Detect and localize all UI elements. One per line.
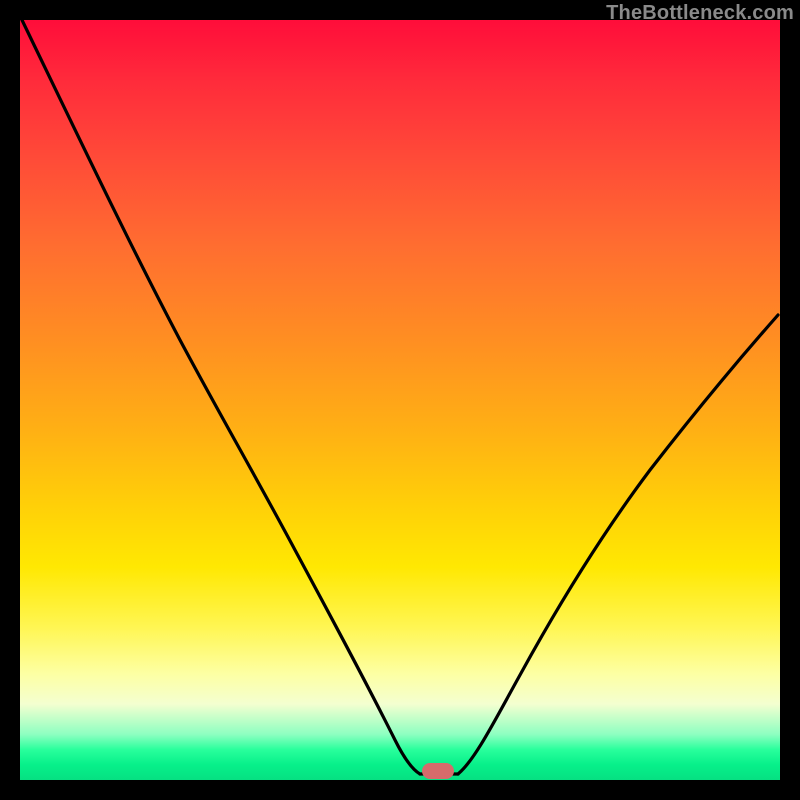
bottleneck-curve — [20, 20, 780, 780]
bottleneck-marker — [422, 763, 454, 779]
plot-area — [20, 20, 780, 780]
chart-frame: TheBottleneck.com — [0, 0, 800, 800]
watermark-text: TheBottleneck.com — [606, 2, 794, 25]
